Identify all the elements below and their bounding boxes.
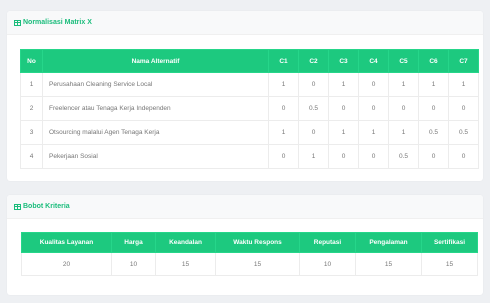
- column-header: C5: [388, 49, 419, 73]
- table-cell: 0.5: [388, 144, 419, 169]
- table-cell: 0: [298, 120, 329, 145]
- table-cell: 0: [268, 144, 299, 169]
- table-cell: 1: [358, 120, 389, 145]
- table-cell: 0: [328, 96, 359, 121]
- table-cell: 1: [268, 120, 299, 145]
- table-header-row: Kualitas Layanan Harga Keandalan Waktu R…: [21, 232, 478, 253]
- table-cell: 0: [358, 96, 389, 121]
- card-header: Bobot Kriteria: [7, 195, 483, 219]
- table-cell: 0: [418, 96, 449, 121]
- column-header: C3: [328, 49, 359, 73]
- table-cell: 1: [448, 72, 479, 97]
- table-cell: 15: [215, 252, 300, 276]
- table-cell: 0: [418, 144, 449, 169]
- table-cell: 0.5: [298, 96, 329, 121]
- table-cell: 1: [388, 72, 419, 97]
- column-header: No: [20, 49, 43, 73]
- bobot-kriteria-card: Bobot Kriteria Kualitas Layanan Harga Ke…: [7, 195, 483, 295]
- column-header: C2: [298, 49, 329, 73]
- table-icon: [14, 203, 21, 210]
- table-row: 1 Perusahaan Cleaning Service Local 1 0 …: [20, 72, 479, 97]
- table-cell: 15: [421, 252, 478, 276]
- table-cell: 1: [328, 120, 359, 145]
- column-header: Keandalan: [155, 232, 216, 253]
- table-header-row: No Nama Alternatif C1 C2 C3 C4 C5 C6 C7: [20, 49, 479, 73]
- table-cell: 15: [355, 252, 422, 276]
- table-cell: 0: [358, 72, 389, 97]
- column-header: C7: [448, 49, 479, 73]
- table-cell: 0: [328, 144, 359, 169]
- table-cell: 0: [298, 72, 329, 97]
- column-header: C4: [358, 49, 389, 73]
- table-cell: Freelencer atau Tenaga Kerja Independen: [42, 96, 269, 121]
- table-icon: [14, 19, 21, 26]
- table-cell: 4: [20, 144, 43, 169]
- table-cell: 0.5: [448, 120, 479, 145]
- bobot-kriteria-table: Kualitas Layanan Harga Keandalan Waktu R…: [21, 232, 478, 276]
- table-row: 20 10 15 15 10 15 15: [21, 252, 478, 276]
- normalisasi-matrix-table: No Nama Alternatif C1 C2 C3 C4 C5 C6 C7 …: [20, 49, 479, 169]
- table-row: 4 Pekerjaan Sosial 0 1 0 0 0.5 0 0: [20, 144, 479, 169]
- card-title: Bobot Kriteria: [14, 203, 70, 210]
- table-row: 2 Freelencer atau Tenaga Kerja Independe…: [20, 96, 479, 121]
- table-cell: 3: [20, 120, 43, 145]
- table-cell: 2: [20, 96, 43, 121]
- column-header: Pengalaman: [355, 232, 422, 253]
- table-cell: 1: [20, 72, 43, 97]
- table-cell: 15: [155, 252, 216, 276]
- card-header: Normalisasi Matrix X: [7, 11, 483, 35]
- column-header: Nama Alternatif: [42, 49, 269, 73]
- table-cell: 1: [388, 120, 419, 145]
- table-cell: 0: [268, 96, 299, 121]
- table-cell: 0: [448, 144, 479, 169]
- table-cell: 1: [418, 72, 449, 97]
- table-cell: Perusahaan Cleaning Service Local: [42, 72, 269, 97]
- column-header: Waktu Respons: [215, 232, 300, 253]
- table-cell: 0: [448, 96, 479, 121]
- card-title-text: Normalisasi Matrix X: [23, 19, 92, 26]
- column-header: Sertifikasi: [421, 232, 478, 253]
- column-header: Reputasi: [299, 232, 356, 253]
- table-cell: 20: [21, 252, 112, 276]
- column-header: C1: [268, 49, 299, 73]
- table-cell: 1: [328, 72, 359, 97]
- table-cell: 0.5: [418, 120, 449, 145]
- table-cell: 1: [268, 72, 299, 97]
- table-cell: 0: [358, 144, 389, 169]
- table-cell: Pekerjaan Sosial: [42, 144, 269, 169]
- column-header: Kualitas Layanan: [21, 232, 112, 253]
- normalisasi-matrix-card: Normalisasi Matrix X No Nama Alternatif …: [7, 11, 483, 181]
- card-title: Normalisasi Matrix X: [14, 19, 92, 26]
- table-row: 3 Otsourcing malalui Agen Tenaga Kerja 1…: [20, 120, 479, 145]
- table-cell: 10: [299, 252, 356, 276]
- table-cell: 10: [111, 252, 156, 276]
- column-header: C6: [418, 49, 449, 73]
- table-cell: 1: [298, 144, 329, 169]
- table-cell: 0: [388, 96, 419, 121]
- column-header: Harga: [111, 232, 156, 253]
- card-title-text: Bobot Kriteria: [23, 203, 70, 210]
- table-cell: Otsourcing malalui Agen Tenaga Kerja: [42, 120, 269, 145]
